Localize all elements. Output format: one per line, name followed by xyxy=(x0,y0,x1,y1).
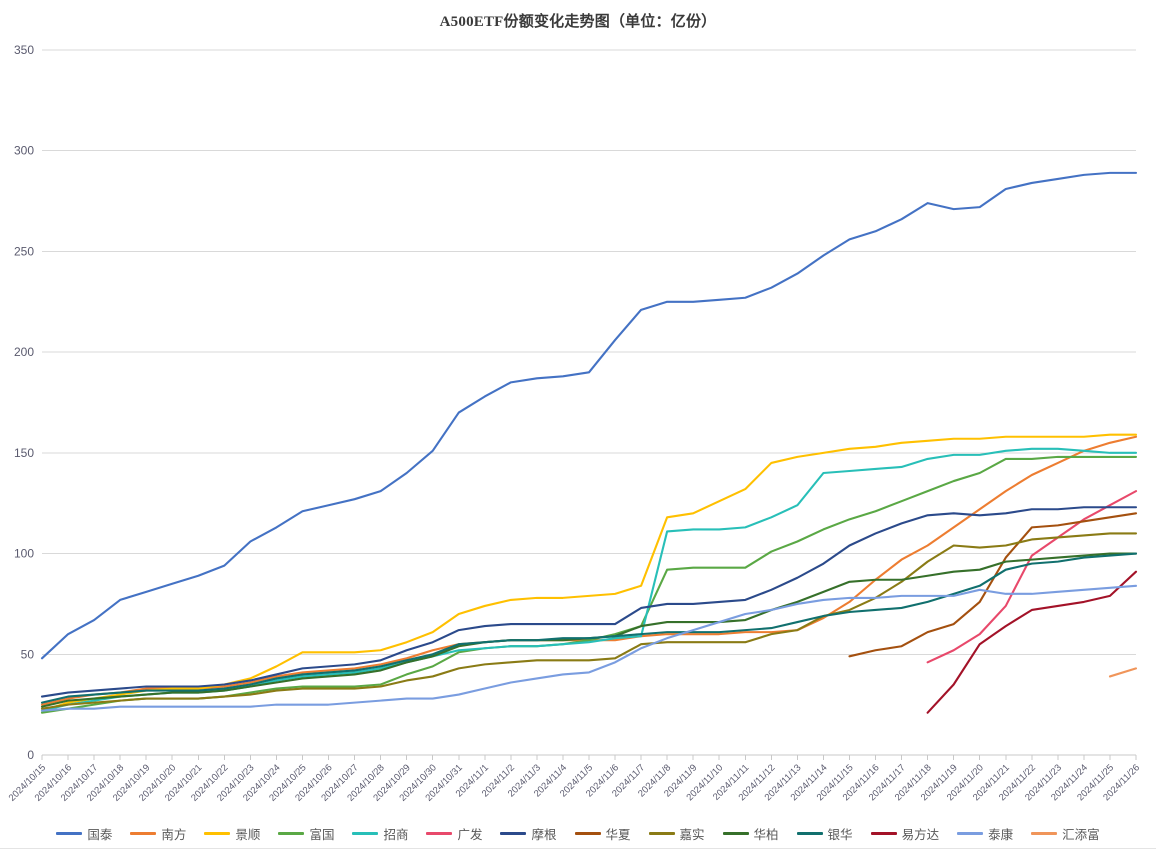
y-axis-labels: 0 50 100 150 200 250 300 350 xyxy=(14,43,34,762)
chart-legend: 国泰 南方 景顺 富国 招商 广发 摩根 华夏 嘉实 华柏 银华 易方达 泰康 汇添富 xyxy=(0,818,1156,848)
x-axis-labels: 2024/10/152024/10/162024/10/172024/10/18… xyxy=(7,762,1142,803)
y-axis-tick-label: 150 xyxy=(14,446,34,460)
legend-color-swatch xyxy=(796,831,823,835)
series-line-富国 xyxy=(40,455,1138,714)
legend-item-摩根[interactable]: 摩根 xyxy=(500,824,557,843)
chart-container: A500ETF份额变化走势图（单位：亿份） 0 50 100 150 200 250 300… xyxy=(0,0,1156,857)
series-lines xyxy=(40,171,1138,714)
legend-item-嘉实[interactable]: 嘉实 xyxy=(648,824,705,843)
legend-color-swatch xyxy=(204,831,231,835)
legend-label: 易方达 xyxy=(901,827,940,842)
legend-label: 泰康 xyxy=(988,827,1014,842)
y-axis-tick-label: 0 xyxy=(27,748,34,762)
x-axis-ticks xyxy=(41,755,1137,760)
legend-color-swatch xyxy=(722,831,749,835)
legend-item-国泰[interactable]: 国泰 xyxy=(56,824,112,843)
legend-label: 广发 xyxy=(457,827,483,842)
legend-label: 南方 xyxy=(161,827,187,842)
series-line-华柏 xyxy=(40,552,1138,708)
legend-label: 招商 xyxy=(383,827,409,842)
legend-label: 景顺 xyxy=(235,827,261,842)
legend-label: 摩根 xyxy=(531,827,557,842)
legend-label: 银华 xyxy=(827,827,853,842)
legend-item-南方[interactable]: 南方 xyxy=(130,824,186,843)
legend-separator xyxy=(0,848,1156,849)
legend-item-华夏[interactable]: 华夏 xyxy=(574,824,631,843)
y-axis-tick-label: 350 xyxy=(14,43,34,57)
legend-color-swatch xyxy=(426,831,453,835)
legend-label: 嘉实 xyxy=(679,827,705,842)
legend-color-swatch xyxy=(870,831,897,835)
y-axis-tick-label: 300 xyxy=(14,144,34,158)
series-line-银华 xyxy=(40,552,1138,704)
legend-color-swatch xyxy=(278,831,305,835)
legend-color-swatch xyxy=(1031,831,1058,835)
legend-color-swatch xyxy=(648,831,675,835)
y-axis-tick-label: 100 xyxy=(14,547,34,561)
y-axis-tick-label: 200 xyxy=(14,345,34,359)
legend-label: 汇添富 xyxy=(1062,827,1100,842)
legend-color-swatch xyxy=(352,831,379,835)
series-line-国泰 xyxy=(40,171,1138,660)
legend-item-富国[interactable]: 富国 xyxy=(278,824,334,843)
line-chart-plot: 0 50 100 150 200 250 300 350 2024/10/152024/10/… xyxy=(7,43,1142,804)
legend-item-景顺[interactable]: 景顺 xyxy=(204,824,260,843)
y-axis-tick-label: 250 xyxy=(14,244,34,258)
legend-item-广发[interactable]: 广发 xyxy=(426,824,482,843)
legend-label: 华夏 xyxy=(605,827,631,842)
legend-item-易方达[interactable]: 易方达 xyxy=(870,824,940,843)
series-line-摩根 xyxy=(40,506,1138,698)
legend-item-招商[interactable]: 招商 xyxy=(352,824,408,843)
legend-label: 富国 xyxy=(309,827,335,842)
series-line-汇添富 xyxy=(1108,667,1138,678)
grid-lines xyxy=(42,49,1136,756)
legend-color-swatch xyxy=(56,831,83,835)
legend-color-swatch xyxy=(500,831,527,835)
legend-color-swatch xyxy=(574,831,601,835)
legend-color-swatch xyxy=(957,831,984,835)
legend-item-华柏[interactable]: 华柏 xyxy=(722,824,779,843)
legend-item-银华[interactable]: 银华 xyxy=(796,824,853,843)
legend-item-汇添富[interactable]: 汇添富 xyxy=(1031,824,1100,843)
series-line-广发 xyxy=(926,490,1138,664)
legend-label: 国泰 xyxy=(87,827,113,842)
legend-item-泰康[interactable]: 泰康 xyxy=(957,824,1013,843)
series-line-嘉实 xyxy=(40,532,1138,710)
y-axis-tick-label: 50 xyxy=(21,647,35,661)
legend-label: 华柏 xyxy=(753,827,779,842)
legend-color-swatch xyxy=(130,831,157,835)
